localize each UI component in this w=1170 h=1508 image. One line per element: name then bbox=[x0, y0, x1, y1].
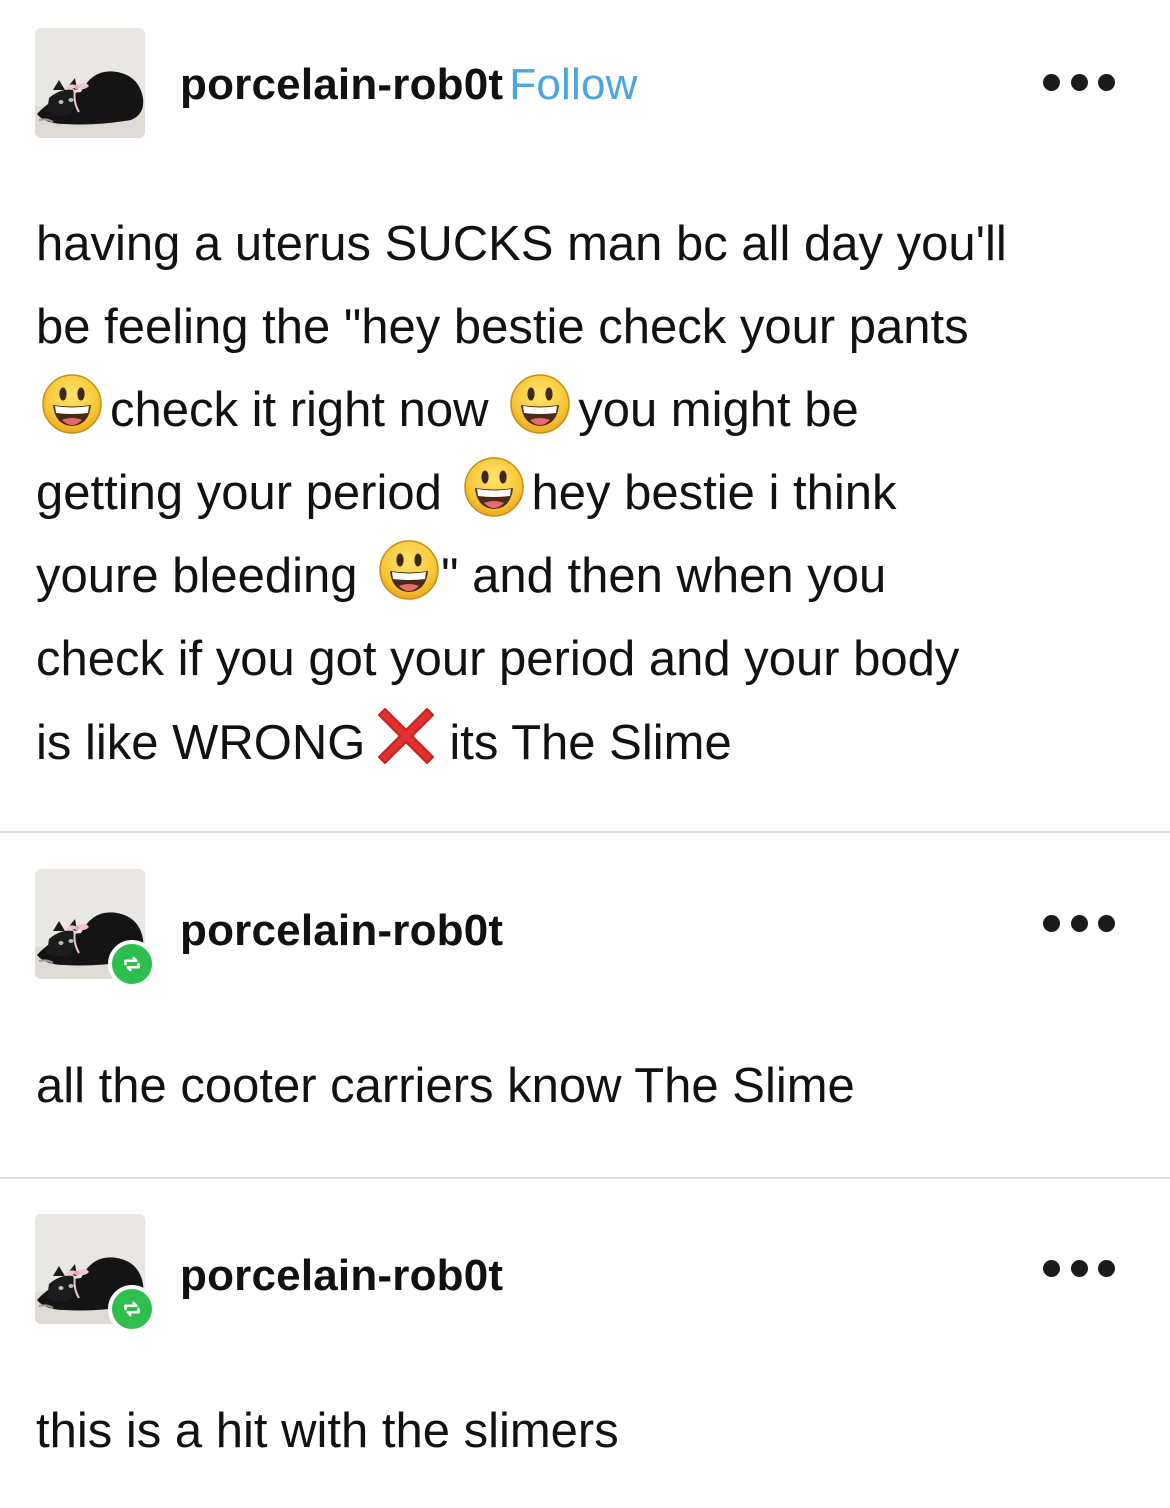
post-line: check it right now you might be bbox=[34, 369, 1136, 452]
post-line: be feeling the "hey bestie check your pa… bbox=[36, 300, 969, 354]
avatar[interactable] bbox=[35, 28, 145, 138]
username-link[interactable]: porcelain-rob0t bbox=[180, 60, 503, 109]
reblog-post: porcelain-rob0t this is a hit with the s… bbox=[0, 1179, 1170, 1508]
post-line: check if you got your period and your bo… bbox=[36, 632, 960, 686]
post-line: youre bleeding " and then when you bbox=[36, 535, 1136, 618]
post-line: having a uterus SUCKS man bc all day you… bbox=[36, 217, 1007, 271]
reblog-post: porcelain-rob0t all the cooter carriers … bbox=[0, 834, 1170, 1177]
original-post: porcelain-rob0t Follow having a uterus SU… bbox=[0, 0, 1170, 832]
more-options-icon[interactable] bbox=[1043, 911, 1115, 935]
reblog-icon bbox=[108, 940, 156, 988]
reblog-icon bbox=[108, 1285, 156, 1333]
post-line: getting your period hey bestie i think bbox=[36, 452, 1136, 535]
post-header: porcelain-rob0t Follow bbox=[180, 60, 638, 110]
more-options-icon[interactable] bbox=[1043, 1256, 1115, 1280]
username-link[interactable]: porcelain-rob0t bbox=[180, 906, 503, 956]
grinning-face-emoji bbox=[462, 455, 526, 519]
grinning-face-emoji bbox=[508, 372, 572, 436]
post-line: is like WRONG its The Slime bbox=[36, 701, 1136, 785]
more-options-icon[interactable] bbox=[1043, 70, 1115, 94]
grinning-face-emoji bbox=[40, 372, 104, 436]
post-body: all the cooter carriers know The Slime bbox=[36, 1059, 855, 1113]
post-body: having a uterus SUCKS man bc all day you… bbox=[36, 203, 1136, 785]
grinning-face-emoji bbox=[377, 538, 441, 602]
post-body: this is a hit with the slimers bbox=[36, 1404, 619, 1458]
cross-mark-emoji bbox=[371, 701, 441, 771]
username-link[interactable]: porcelain-rob0t bbox=[180, 1251, 503, 1301]
follow-button[interactable]: Follow bbox=[509, 60, 637, 109]
divider bbox=[0, 831, 1170, 833]
cat-avatar-image bbox=[35, 28, 145, 138]
